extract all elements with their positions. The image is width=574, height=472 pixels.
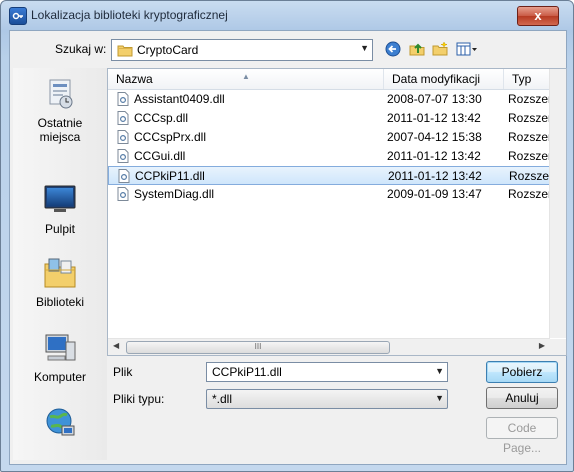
place-computer-label: Komputer [33, 370, 87, 384]
file-type-cell: Rozszerzenie [508, 187, 550, 201]
desktop-icon [42, 182, 78, 218]
file-name-cell: CCGui.dll [134, 149, 186, 163]
recent-places-icon [42, 76, 78, 112]
dll-file-icon [117, 187, 129, 201]
title-bar[interactable]: Lokalizacja biblioteki kryptograficznej … [1, 1, 573, 29]
new-folder-button[interactable] [430, 39, 450, 59]
file-name-cell: SystemDiag.dll [134, 187, 215, 201]
file-type-select[interactable]: *.dll ▼ [206, 389, 448, 409]
vertical-scrollbar[interactable] [549, 69, 566, 338]
file-date-cell: 2011-01-12 13:42 [387, 149, 481, 163]
place-libraries[interactable]: Biblioteki [13, 255, 107, 309]
file-row[interactable]: SystemDiag.dll 2009-01-09 13:47 Rozszerzen… [108, 185, 550, 204]
file-name-cell: CCPkiP11.dll [135, 169, 205, 183]
scroll-thumb[interactable]: III [126, 341, 390, 354]
back-arrow-icon [385, 41, 401, 57]
close-button[interactable]: x [517, 6, 559, 26]
dialog-window: Lokalizacja biblioteki kryptograficznej … [0, 0, 574, 472]
column-header-date[interactable]: Data modyfikacji [384, 69, 504, 89]
close-icon: x [534, 8, 542, 23]
dialog-client: Szukaj w: CryptoCard ▼ Ostatnie miejsca … [9, 30, 567, 465]
column-header-date-label: Data modyfikacji [392, 72, 481, 86]
chevron-down-icon[interactable]: ▼ [435, 393, 444, 403]
file-row[interactable]: Assistant0409.dll 2008-07-07 13:30 Rozszer… [108, 90, 550, 109]
app-key-icon [9, 7, 27, 25]
file-date-cell: 2007-04-12 15:38 [387, 130, 482, 144]
file-type-value: *.dll [212, 392, 233, 406]
file-date-cell: 2008-07-07 13:30 [387, 92, 482, 106]
back-button[interactable] [383, 39, 403, 59]
file-date-cell: 2011-01-12 13:42 [388, 169, 482, 183]
computer-icon [42, 330, 78, 366]
place-computer[interactable]: Komputer [13, 330, 107, 384]
view-menu-icon [456, 42, 477, 56]
dll-file-icon [117, 92, 129, 106]
file-type-label: Pliki typu: [113, 392, 165, 406]
dll-file-icon [117, 111, 129, 125]
open-button[interactable]: Pobierz [486, 361, 558, 383]
look-in-combo[interactable]: CryptoCard ▼ [111, 39, 373, 61]
place-recent-label: Ostatnie miejsca [37, 116, 83, 144]
chevron-down-icon[interactable]: ▼ [360, 43, 369, 53]
code-page-button[interactable]: Code Page... [486, 417, 558, 455]
dll-file-icon [118, 169, 130, 183]
libraries-icon [42, 255, 78, 291]
file-type-cell: Rozszerzenie [508, 149, 550, 163]
place-desktop[interactable]: Pulpit [13, 182, 107, 236]
window-title: Lokalizacja biblioteki kryptograficznej [31, 8, 228, 22]
file-type-cell: Rozszerzenie [508, 130, 550, 144]
column-header-type-label: Typ [512, 72, 532, 86]
file-name-value: CCPkiP11.dll [212, 365, 282, 379]
cancel-button[interactable]: Anuluj [486, 387, 558, 409]
up-folder-button[interactable] [407, 39, 427, 59]
up-folder-icon [409, 43, 425, 56]
dll-file-icon [117, 130, 129, 144]
file-list[interactable]: ▲ Nazwa Data modyfikacji Typ Assistant04… [107, 68, 567, 356]
places-bar: Ostatnie miejsca Pulpit Biblioteki Kompu… [13, 68, 107, 460]
file-row[interactable]: CCCsp.dll 2011-01-12 13:42 Rozszerzenie [108, 109, 550, 128]
file-date-cell: 2009-01-09 13:47 [387, 187, 482, 201]
scroll-right-icon[interactable]: ▶ [539, 341, 545, 350]
place-network[interactable] [13, 404, 107, 444]
column-headers: ▲ Nazwa Data modyfikacji Typ [108, 69, 566, 90]
dll-file-icon [117, 149, 129, 163]
chevron-down-icon[interactable]: ▼ [435, 366, 444, 376]
file-name-cell: Assistant0409.dll [134, 92, 225, 106]
scroll-grip: III [254, 342, 262, 351]
look-in-value: CryptoCard [137, 43, 199, 57]
scroll-corner [550, 339, 566, 355]
network-icon [42, 404, 78, 440]
look-in-label: Szukaj w: [55, 42, 107, 56]
file-name-label: Plik [113, 365, 133, 379]
place-recent[interactable]: Ostatnie miejsca [13, 76, 107, 144]
file-row[interactable]: CCCspPrx.dll 2007-04-12 15:38 Rozszerzenie [108, 128, 550, 147]
place-desktop-label: Pulpit [44, 222, 76, 236]
place-libraries-label: Biblioteki [35, 295, 85, 309]
view-menu-button[interactable] [454, 39, 480, 59]
scroll-left-icon[interactable]: ◀ [113, 341, 119, 350]
horizontal-scrollbar[interactable]: ◀ III ▶ [108, 338, 550, 355]
file-date-cell: 2011-01-12 13:42 [387, 111, 481, 125]
column-header-name[interactable]: ▲ Nazwa [108, 69, 384, 89]
file-row[interactable]: CCPkiP11.dll 2011-01-12 13:42 Rozszerzenie [108, 166, 551, 185]
file-name-cell: CCCsp.dll [134, 111, 189, 125]
sort-ascending-icon: ▲ [242, 72, 250, 81]
file-type-cell: Rozszerzenie [508, 111, 550, 125]
file-row[interactable]: CCGui.dll 2011-01-12 13:42 Rozszerzenie [108, 147, 550, 166]
file-type-cell: Rozszerzenie [508, 92, 550, 106]
column-header-name-label: Nazwa [116, 72, 153, 86]
file-type-cell: Rozszerzenie [509, 169, 551, 183]
file-name-cell: CCCspPrx.dll [134, 130, 207, 144]
new-folder-icon [432, 41, 448, 56]
folder-icon [117, 43, 133, 60]
file-name-combo[interactable]: CCPkiP11.dll ▼ [206, 362, 448, 382]
